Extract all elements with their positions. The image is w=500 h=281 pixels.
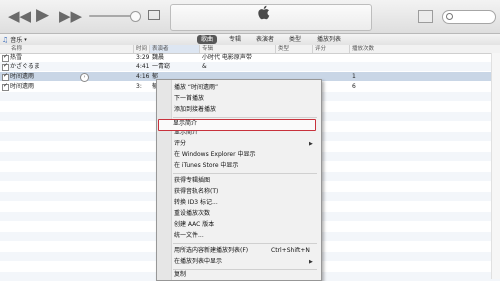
- airplay-icon[interactable]: [148, 10, 160, 20]
- table-row[interactable]: かざぐるま 4:41 一青窈 &: [0, 62, 500, 71]
- column-header-time[interactable]: 时间: [133, 45, 149, 53]
- song-name: 时间遗雨: [10, 73, 35, 80]
- list-view-button[interactable]: [418, 10, 433, 23]
- tab-playlists[interactable]: 播放列表: [313, 35, 345, 44]
- menu-shortcut: Ctrl+Shift+N: [271, 247, 310, 254]
- source-selector[interactable]: ♫ 音乐 ▾: [2, 35, 27, 45]
- song-album: 小时代 电影原声带: [202, 54, 252, 61]
- menu-item-reset-plays[interactable]: 重设播放次数: [174, 209, 210, 219]
- song-name: 热雪: [10, 54, 23, 61]
- menu-item-show-in-explorer[interactable]: 在 Windows Explorer 中显示: [174, 150, 256, 160]
- search-input[interactable]: [457, 11, 493, 22]
- menu-item-convert-id3[interactable]: 转换 ID3 标记...: [174, 198, 218, 208]
- song-time: 4:41: [136, 63, 150, 70]
- song-name: 时间遗雨: [10, 83, 35, 90]
- menu-item-show-in-playlist[interactable]: 在播放列表中显示: [174, 257, 222, 267]
- music-note-icon: ♫: [2, 35, 9, 44]
- song-artist: 魏晨: [152, 54, 165, 61]
- tab-artists[interactable]: 表演者: [252, 35, 278, 44]
- apple-logo-icon: [258, 5, 270, 20]
- search-icon: [446, 13, 453, 20]
- tab-albums[interactable]: 专辑: [225, 35, 245, 44]
- source-label: 音乐: [10, 37, 23, 44]
- menu-item-new-playlist-from-selection[interactable]: 用所选内容新建播放列表(F): [174, 246, 248, 256]
- column-header-artist[interactable]: 表演者: [149, 45, 199, 53]
- previous-track-icon[interactable]: ◀◀: [8, 9, 31, 24]
- menu-item-get-track-names[interactable]: 获得音轨名称(T): [174, 187, 218, 197]
- column-header-plays[interactable]: 播放次数: [349, 45, 491, 53]
- menu-item-show-in-store[interactable]: 在 iTunes Store 中显示: [174, 161, 238, 171]
- menu-icon-gutter: [157, 80, 172, 280]
- submenu-arrow-icon: ▶: [309, 259, 313, 265]
- tab-songs[interactable]: 歌曲: [197, 35, 218, 44]
- menu-item-get-info-highlight[interactable]: 显示简介: [173, 119, 197, 129]
- vertical-scrollbar[interactable]: [491, 53, 500, 279]
- volume-slider-knob[interactable]: [130, 11, 141, 22]
- row-checkbox[interactable]: [2, 72, 9, 81]
- menu-item-play-next[interactable]: 下一首播放: [174, 94, 204, 104]
- menu-item-add-up-next[interactable]: 添加到接着播放: [174, 105, 216, 115]
- row-checkbox[interactable]: [2, 62, 9, 71]
- song-options-arrow-icon[interactable]: ›: [80, 73, 89, 82]
- row-checkbox[interactable]: [2, 53, 9, 62]
- song-name: かざぐるま: [10, 63, 40, 70]
- song-album: &: [202, 63, 207, 70]
- song-play-count: 1: [352, 73, 356, 80]
- column-header-name[interactable]: 名称: [9, 45, 133, 53]
- table-row[interactable]: 热雪 3:29 魏晨 小时代 电影原声带: [0, 53, 500, 62]
- menu-separator: [173, 117, 317, 118]
- column-header-rating[interactable]: 评分: [312, 45, 349, 53]
- song-time: 3:29: [136, 54, 150, 61]
- menu-separator: [173, 243, 317, 244]
- column-header-genre[interactable]: 类型: [275, 45, 312, 53]
- next-track-icon[interactable]: ▶▶: [59, 9, 82, 24]
- play-icon[interactable]: ▶: [36, 7, 49, 24]
- song-artist: 一青窈: [152, 63, 171, 70]
- menu-item-consolidate-files[interactable]: 统一文件...: [174, 231, 204, 241]
- search-box[interactable]: [442, 10, 496, 24]
- row-checkbox[interactable]: [2, 82, 9, 91]
- menu-separator: [173, 173, 317, 174]
- column-header-album[interactable]: 专辑: [199, 45, 275, 53]
- song-play-count: 6: [352, 83, 356, 90]
- tab-genres[interactable]: 类型: [285, 35, 305, 44]
- menu-separator: [173, 269, 317, 270]
- player-controls-bar: ◀◀ ▶ ▶▶: [0, 0, 500, 34]
- song-time: 3:: [136, 83, 142, 90]
- menu-item-get-artwork[interactable]: 获得专辑插图: [174, 176, 210, 186]
- menu-item-rating[interactable]: 评分: [174, 139, 186, 149]
- menu-item-create-aac[interactable]: 创建 AAC 版本: [174, 220, 214, 230]
- chevron-down-icon: ▾: [24, 36, 27, 43]
- song-time: 4:16: [136, 73, 150, 80]
- menu-item-play[interactable]: 播放 “时间遗雨”: [174, 83, 218, 93]
- context-menu: 播放 “时间遗雨” 下一首播放 添加到接着播放 显示简介 评分 ▶ 在 Wind…: [156, 79, 322, 281]
- submenu-arrow-icon: ▶: [309, 141, 313, 147]
